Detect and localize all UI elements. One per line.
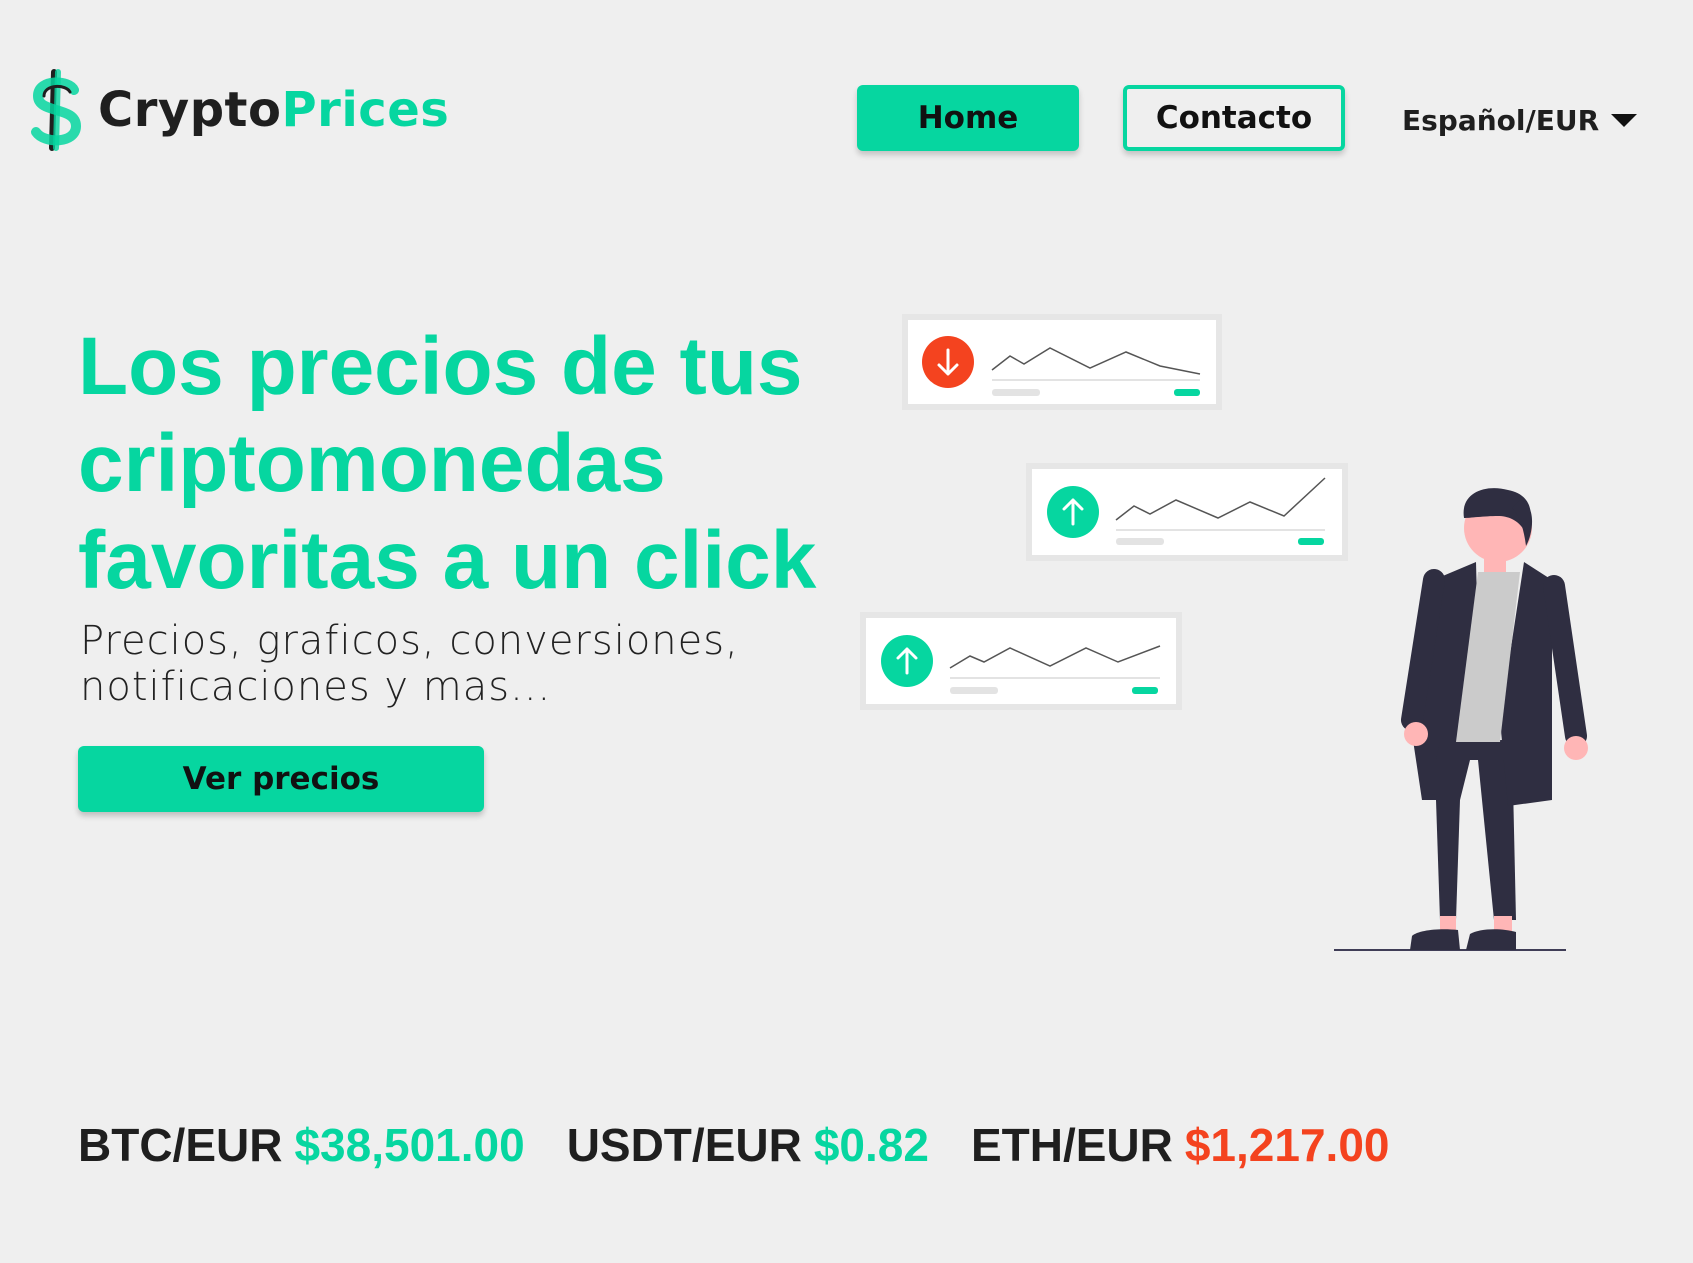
hero-illustration (860, 314, 1588, 951)
ticker-pair: USDT/EUR (566, 1119, 802, 1171)
ticker-item-btc[interactable]: BTC/EUR $38,501.00 (78, 1118, 525, 1172)
ticker-item-usdt[interactable]: USDT/EUR $0.82 (567, 1118, 929, 1172)
chart-card-up-1 (1026, 463, 1348, 561)
ticker-price: $1,217.00 (1184, 1119, 1390, 1171)
person-standing-illustration (1334, 488, 1588, 951)
ticker-item-eth[interactable]: ETH/EUR $1,217.00 (971, 1118, 1390, 1172)
chart-card-down (902, 314, 1222, 410)
chart-card-up-2 (860, 612, 1182, 710)
ticker-pair: ETH/EUR (970, 1119, 1173, 1171)
ticker-pair: BTC/EUR (78, 1119, 283, 1171)
ticker-price: $38,501.00 (294, 1119, 525, 1171)
price-ticker: BTC/EUR $38,501.00 USDT/EUR $0.82 ETH/EUR $… (78, 1118, 1432, 1172)
ticker-price: $0.82 (813, 1119, 929, 1171)
